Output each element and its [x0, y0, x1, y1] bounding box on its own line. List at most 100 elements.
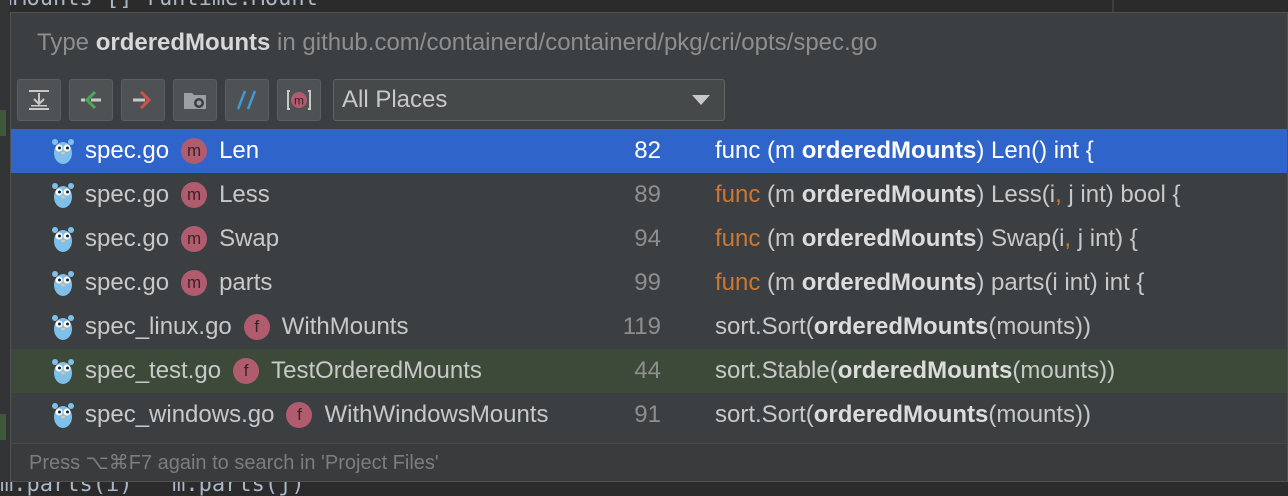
gutter-change-marker	[0, 414, 6, 440]
group-by-directory-icon	[184, 93, 206, 109]
usage-member-name: WithMounts	[281, 313, 409, 340]
usage-line-number: 82	[634, 137, 661, 164]
code-text: ) Less(i	[976, 181, 1056, 208]
code-text: (m	[760, 269, 802, 296]
code-text: (mounts))	[988, 401, 1092, 428]
usage-row[interactable]: spec.go m parts 99 func (m orderedMounts…	[11, 261, 1287, 305]
usages-list: spec.go m Len 82 func (m orderedMounts) …	[11, 129, 1287, 437]
code-text: sort.Sort(	[715, 401, 814, 428]
usage-member-name: Swap	[219, 225, 280, 252]
popup-title: Type orderedMounts in github.com/contain…	[11, 13, 1287, 75]
code-usage-highlight: orderedMounts	[801, 137, 977, 164]
usage-file-name: spec_test.go	[85, 357, 222, 384]
usage-member-name: TestOrderedMounts	[271, 357, 482, 384]
usage-line-number: 89	[634, 181, 661, 208]
next-occurrence-icon	[133, 90, 152, 110]
title-location: in github.com/containerd/containerd/pkg/…	[270, 29, 878, 56]
previous-occurrence-button[interactable]	[69, 79, 113, 121]
member-kind-icon: f	[286, 402, 313, 428]
chevron-down-icon	[692, 95, 710, 105]
go-file-icon	[52, 139, 74, 164]
usage-member-name: Less	[219, 181, 270, 208]
previous-occurrence-icon	[81, 90, 101, 110]
editor-code-line: dMounts []*runtime.Mount	[0, 0, 318, 11]
usage-code-snippet: sort.Sort(orderedMounts(mounts))	[715, 401, 1091, 429]
member-kind-icon: m	[181, 270, 208, 296]
find-usages-popup: Type orderedMounts in github.com/contain…	[10, 12, 1288, 482]
scope-dropdown-value: All Places	[342, 86, 448, 113]
go-file-icon	[52, 271, 74, 296]
usage-row[interactable]: spec_linux.go f WithMounts 119 sort.Sort…	[11, 305, 1287, 349]
code-usage-highlight: orderedMounts	[801, 269, 977, 296]
usage-line-number: 119	[622, 313, 661, 340]
code-keyword: func	[715, 137, 761, 164]
code-text: (m	[760, 225, 802, 252]
filter-comments-icon	[236, 90, 257, 110]
code-usage-highlight: orderedMounts	[801, 225, 977, 252]
group-by-directory-button[interactable]	[173, 79, 217, 121]
usage-member-name: Len	[219, 137, 260, 164]
code-usage-highlight: orderedMounts	[813, 401, 989, 428]
code-text: (mounts))	[1012, 357, 1116, 384]
usage-file-name: spec_linux.go	[85, 313, 232, 340]
next-occurrence-button[interactable]	[121, 79, 165, 121]
go-file-icon	[52, 183, 74, 208]
usage-member-name: parts	[219, 269, 273, 296]
usage-file-name: spec.go	[85, 225, 170, 252]
code-keyword: func	[715, 269, 761, 296]
usage-file-name: spec.go	[85, 181, 170, 208]
member-kind-icon: m	[181, 226, 208, 252]
show-members-icon: m	[287, 90, 311, 110]
member-kind-icon: f	[233, 358, 260, 384]
usage-code-snippet: sort.Sort(orderedMounts(mounts))	[715, 313, 1091, 341]
usage-line-number: 44	[634, 357, 661, 384]
usage-code-snippet: sort.Stable(orderedMounts(mounts))	[715, 357, 1115, 385]
go-file-icon	[52, 403, 74, 428]
code-text: (mounts))	[988, 313, 1092, 340]
code-keyword: func	[715, 181, 761, 208]
go-file-icon	[52, 315, 74, 340]
svg-text:m: m	[294, 94, 304, 108]
code-usage-highlight: orderedMounts	[813, 313, 989, 340]
usage-row[interactable]: spec.go m Less 89 func (m orderedMounts)…	[11, 173, 1287, 217]
code-text: j int) bool {	[1061, 181, 1181, 208]
usage-row[interactable]: spec.go m Len 82 func (m orderedMounts) …	[11, 129, 1287, 173]
member-kind-icon: m	[181, 138, 208, 164]
editor-code-line: m.parts(i) m.parts(j)	[0, 482, 305, 496]
member-kind-icon: m	[181, 182, 208, 208]
usage-code-snippet: func (m orderedMounts) Len() int {	[715, 137, 1094, 165]
usage-file-name: spec_windows.go	[85, 401, 275, 428]
usage-line-number: 94	[634, 225, 661, 252]
usage-code-snippet: func (m orderedMounts) Swap(i, j int) {	[715, 225, 1138, 253]
usage-row[interactable]: spec_windows.go f WithWindowsMounts 91 s…	[11, 393, 1287, 437]
usage-row[interactable]: spec_test.go f TestOrderedMounts 44 sort…	[11, 349, 1287, 393]
code-text: (m	[760, 181, 802, 208]
usage-line-number: 91	[634, 401, 661, 428]
gutter-change-marker	[0, 110, 6, 136]
editor-code-below: m.parts(i) m.parts(j)	[0, 482, 1288, 496]
code-text: (m	[760, 137, 802, 164]
editor-code-above: dMounts []*runtime.Mount	[0, 0, 1288, 12]
code-text: j int) {	[1071, 225, 1138, 252]
scope-dropdown[interactable]: All Places	[333, 79, 725, 121]
popup-footer-hint: Press ⌥⌘F7 again to search in 'Project F…	[11, 443, 1287, 481]
code-keyword: func	[715, 225, 761, 252]
filter-comments-button[interactable]	[225, 79, 269, 121]
code-text: ) Len() int {	[976, 137, 1094, 164]
expand-all-button[interactable]	[17, 79, 61, 121]
code-usage-highlight: orderedMounts	[801, 181, 977, 208]
member-kind-icon: f	[243, 314, 270, 340]
usage-member-name: WithWindowsMounts	[324, 401, 549, 428]
code-text: sort.Stable(	[715, 357, 838, 384]
usage-code-snippet: func (m orderedMounts) Less(i, j int) bo…	[715, 181, 1180, 209]
title-type-name: orderedMounts	[95, 29, 271, 56]
usage-code-snippet: func (m orderedMounts) parts(i int) int …	[715, 269, 1144, 297]
go-file-icon	[52, 359, 74, 384]
usage-row[interactable]: spec.go m Swap 94 func (m orderedMounts)…	[11, 217, 1287, 261]
usage-file-name: spec.go	[85, 269, 170, 296]
code-text: ) parts(i int) int {	[976, 269, 1145, 296]
popup-toolbar: m All Places	[11, 75, 1287, 125]
show-members-button[interactable]: m	[277, 79, 321, 121]
usage-line-number: 99	[634, 269, 661, 296]
title-prefix: Type	[37, 29, 96, 56]
